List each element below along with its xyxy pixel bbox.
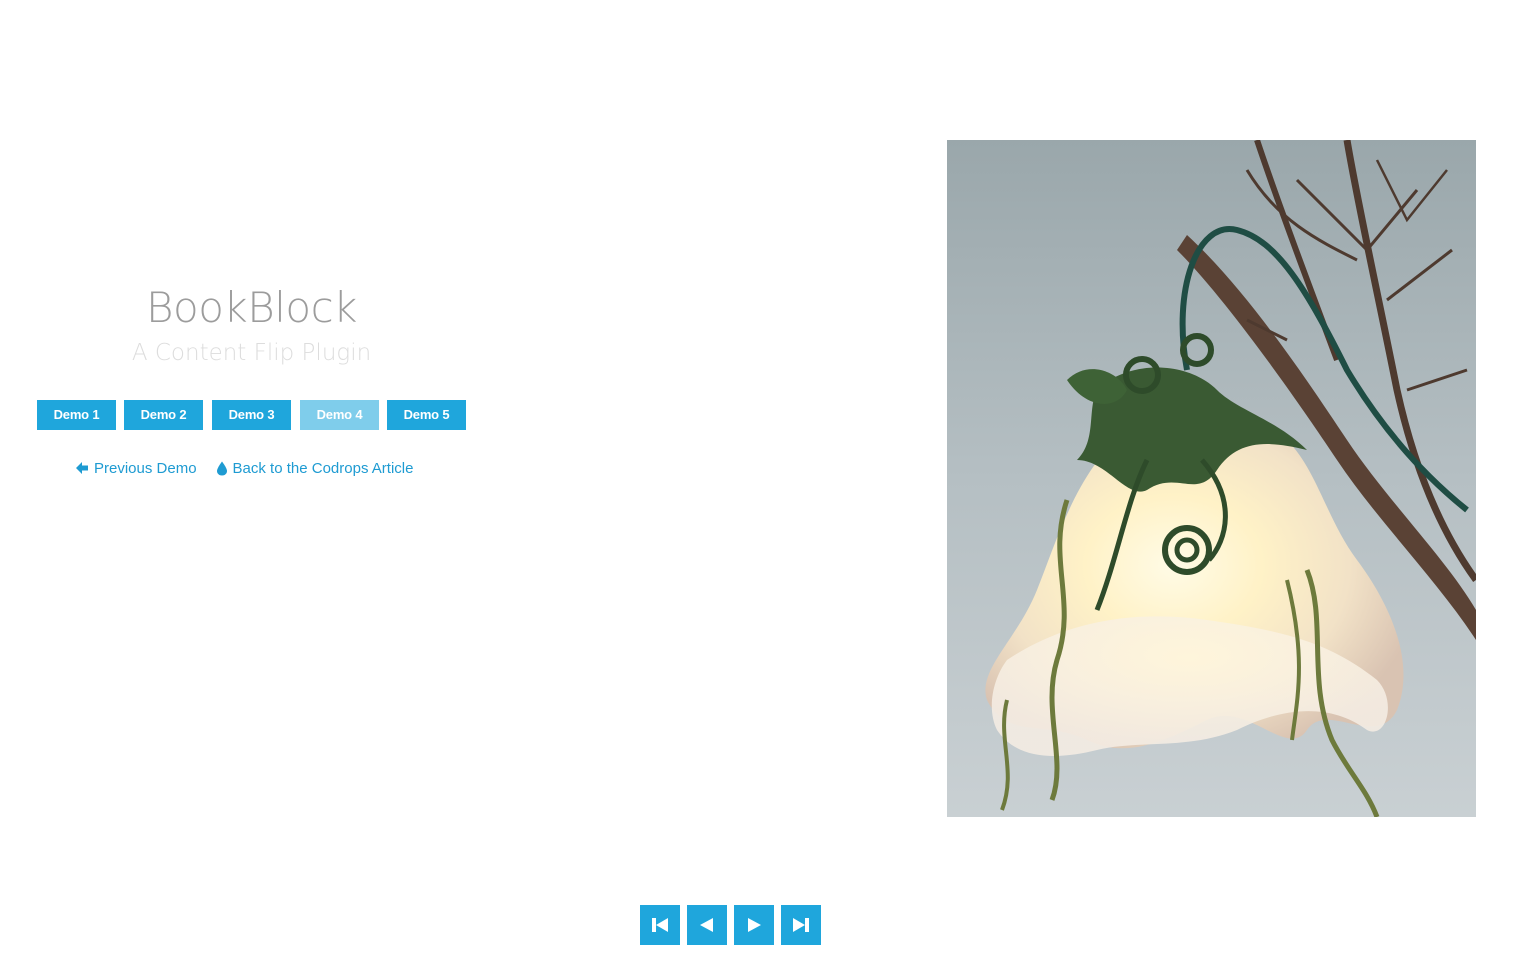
page-subtitle: A Content Flip Plugin	[131, 340, 372, 366]
back-to-article-link[interactable]: Back to the Codrops Article	[216, 459, 414, 477]
previous-page-button[interactable]	[687, 905, 727, 945]
demo-nav: Demo 1 Demo 2 Demo 3 Demo 4 Demo 5	[37, 400, 466, 430]
demo-4-button[interactable]: Demo 4	[300, 400, 379, 430]
page-navigation	[640, 905, 821, 945]
demo-1-button[interactable]: Demo 1	[37, 400, 116, 430]
page-title: BookBlock	[146, 283, 358, 332]
last-page-button[interactable]	[781, 905, 821, 945]
next-page-button[interactable]	[734, 905, 774, 945]
first-page-icon	[652, 918, 668, 932]
page-header: BookBlock A Content Flip Plugin	[0, 280, 503, 370]
top-links: Previous Demo Back to the Codrops Articl…	[75, 456, 413, 480]
previous-page-icon	[700, 918, 713, 932]
last-page-icon	[793, 918, 809, 932]
demo-2-button[interactable]: Demo 2	[124, 400, 203, 430]
felt-flower-lamp-photo	[947, 140, 1476, 817]
first-page-button[interactable]	[640, 905, 680, 945]
arrow-left-icon	[75, 461, 89, 475]
demo-3-button[interactable]: Demo 3	[212, 400, 291, 430]
drop-icon	[216, 461, 228, 476]
back-to-article-label: Back to the Codrops Article	[232, 459, 414, 477]
book-page-image	[947, 140, 1476, 817]
previous-demo-link[interactable]: Previous Demo	[75, 460, 197, 477]
previous-demo-label: Previous Demo	[94, 459, 197, 477]
demo-5-button[interactable]: Demo 5	[387, 400, 466, 430]
next-page-icon	[748, 918, 761, 932]
page: BookBlock A Content Flip Plugin Demo 1 D…	[0, 0, 1519, 959]
